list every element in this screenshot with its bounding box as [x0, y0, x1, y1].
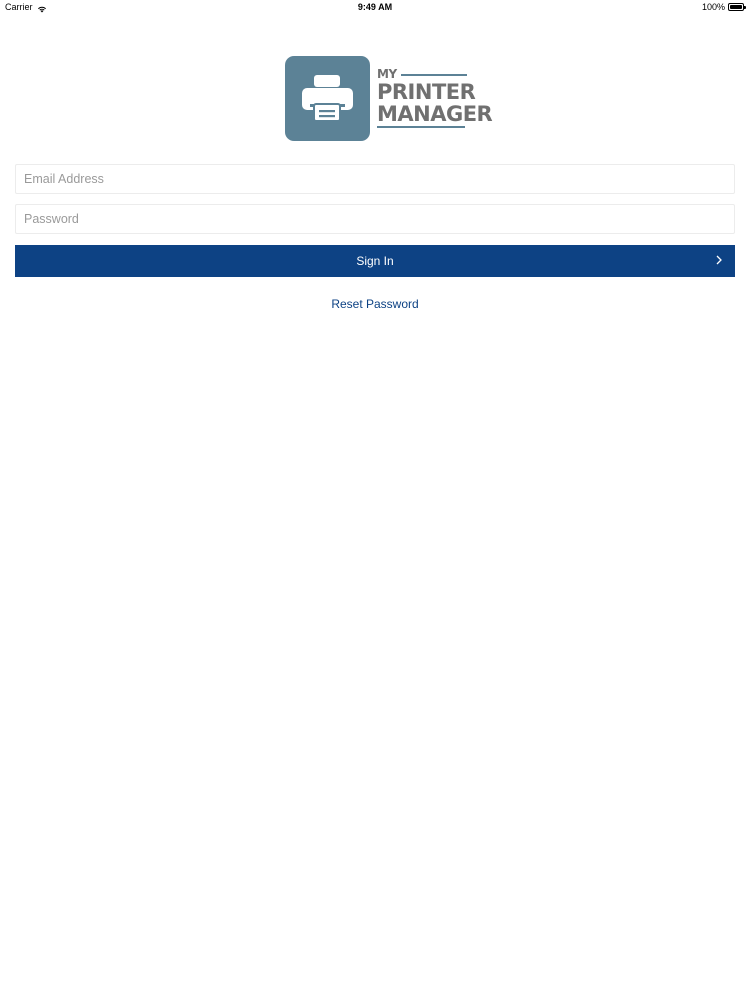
status-bar: Carrier 9:49 AM 100%: [0, 0, 750, 14]
logo-wordmark: MY PRINTER MANAGER: [377, 68, 493, 128]
password-field[interactable]: [16, 205, 734, 233]
sign-in-button[interactable]: Sign In: [15, 245, 735, 277]
chevron-right-icon: [716, 255, 722, 265]
status-time: 9:49 AM: [357, 2, 393, 12]
reset-password-link[interactable]: Reset Password: [0, 297, 750, 311]
email-field-container: [15, 164, 735, 194]
printer-icon: [302, 75, 353, 122]
logo-manager: MANAGER: [377, 102, 493, 126]
battery-percent: 100%: [701, 2, 725, 12]
app-logo: MY PRINTER MANAGER: [285, 56, 493, 142]
battery-icon: [728, 3, 746, 11]
logo-my: MY: [377, 68, 467, 80]
status-right: 100%: [702, 0, 746, 14]
email-field[interactable]: [16, 165, 734, 193]
logo-underline: [377, 126, 465, 128]
password-field-container: [15, 204, 735, 234]
logo-tile: [285, 56, 370, 141]
sign-in-label: Sign In: [356, 254, 394, 268]
logo-printer: PRINTER: [377, 80, 476, 104]
